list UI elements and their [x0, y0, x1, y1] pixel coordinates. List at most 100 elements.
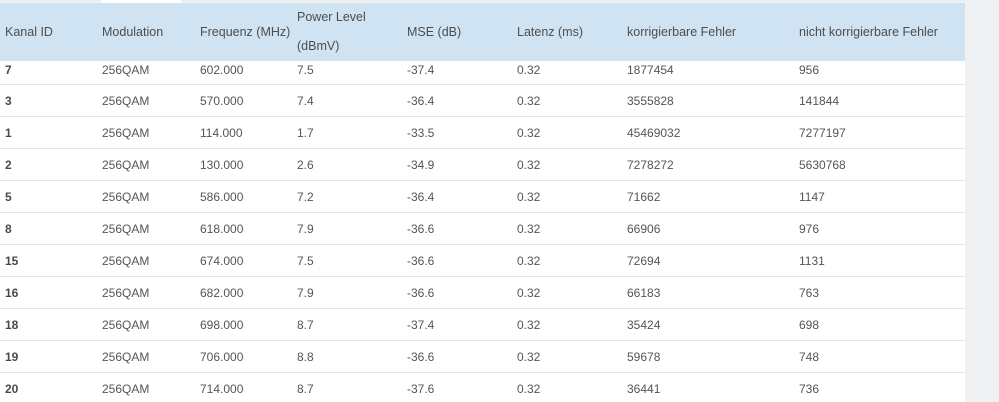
- cell-latenz: 0.32: [512, 340, 622, 373]
- cell-nicht-korrigierbare-fehler: 698: [794, 308, 965, 341]
- cell-modulation: 256QAM: [97, 148, 195, 181]
- power-level-unit: (dBmV): [297, 39, 340, 53]
- cell-power-level: 7.5: [292, 244, 402, 277]
- column-header-modulation[interactable]: Modulation: [97, 3, 195, 61]
- cell-nicht-korrigierbare-fehler: 1147: [794, 180, 965, 213]
- cell-nicht-korrigierbare-fehler: 763: [794, 276, 965, 309]
- cell-power-level: 8.7: [292, 372, 402, 402]
- cell-korrigierbare-fehler: 7278272: [622, 148, 794, 181]
- cell-latenz: 0.32: [512, 308, 622, 341]
- table-row: 5 256QAM 586.000 7.2 -36.4 0.32 71662 11…: [0, 180, 965, 213]
- cell-nicht-korrigierbare-fehler: 736: [794, 372, 965, 402]
- cell-latenz: 0.32: [512, 276, 622, 309]
- cell-nicht-korrigierbare-fehler: 1131: [794, 244, 965, 277]
- cell-power-level: 7.9: [292, 212, 402, 245]
- cell-korrigierbare-fehler: 66906: [622, 212, 794, 245]
- table-row: 3 256QAM 570.000 7.4 -36.4 0.32 3555828 …: [0, 84, 965, 117]
- cell-power-level: 1.7: [292, 116, 402, 149]
- cell-kanal-id: 8: [0, 212, 97, 245]
- cell-modulation: 256QAM: [97, 340, 195, 373]
- scrollbar-gutter[interactable]: [965, 0, 999, 402]
- cell-nicht-korrigierbare-fehler: 7277197: [794, 116, 965, 149]
- power-level-label: Power Level: [297, 10, 366, 24]
- cell-frequenz: 586.000: [195, 180, 292, 213]
- cell-kanal-id: 15: [0, 244, 97, 277]
- cell-nicht-korrigierbare-fehler: 141844: [794, 84, 965, 117]
- cell-latenz: 0.32: [512, 180, 622, 213]
- cell-power-level: 7.9: [292, 276, 402, 309]
- cell-nicht-korrigierbare-fehler: 5630768: [794, 148, 965, 181]
- table-row: 20 256QAM 714.000 8.7 -37.6 0.32 36441 7…: [0, 372, 965, 402]
- cell-mse: -36.6: [402, 244, 512, 277]
- tab-strip: [0, 0, 965, 3]
- cell-power-level: 7.5: [292, 61, 402, 85]
- cell-modulation: 256QAM: [97, 244, 195, 277]
- cell-modulation: 256QAM: [97, 276, 195, 309]
- cell-latenz: 0.32: [512, 148, 622, 181]
- table-row: 19 256QAM 706.000 8.8 -36.6 0.32 59678 7…: [0, 340, 965, 373]
- column-header-power-level[interactable]: Power Level (dBmV): [292, 3, 402, 61]
- cell-frequenz: 570.000: [195, 84, 292, 117]
- cell-frequenz: 714.000: [195, 372, 292, 402]
- cell-mse: -33.5: [402, 116, 512, 149]
- cell-korrigierbare-fehler: 66183: [622, 276, 794, 309]
- cell-kanal-id: 5: [0, 180, 97, 213]
- cell-frequenz: 130.000: [195, 148, 292, 181]
- cell-mse: -36.4: [402, 84, 512, 117]
- table-header: Kanal ID Modulation Frequenz (MHz) Power…: [0, 3, 965, 61]
- cell-modulation: 256QAM: [97, 372, 195, 402]
- column-header-frequenz[interactable]: Frequenz (MHz): [195, 3, 292, 61]
- cell-modulation: 256QAM: [97, 61, 195, 85]
- cell-korrigierbare-fehler: 36441: [622, 372, 794, 402]
- cell-mse: -34.9: [402, 148, 512, 181]
- cell-modulation: 256QAM: [97, 180, 195, 213]
- cell-modulation: 256QAM: [97, 116, 195, 149]
- cell-nicht-korrigierbare-fehler: 956: [794, 61, 965, 85]
- cell-kanal-id: 7: [0, 61, 97, 85]
- cell-modulation: 256QAM: [97, 308, 195, 341]
- cell-kanal-id: 2: [0, 148, 97, 181]
- cell-latenz: 0.32: [512, 84, 622, 117]
- cell-power-level: 7.2: [292, 180, 402, 213]
- cell-korrigierbare-fehler: 59678: [622, 340, 794, 373]
- cell-frequenz: 698.000: [195, 308, 292, 341]
- cell-power-level: 8.7: [292, 308, 402, 341]
- cell-frequenz: 682.000: [195, 276, 292, 309]
- cell-frequenz: 602.000: [195, 61, 292, 85]
- cell-mse: -36.6: [402, 212, 512, 245]
- cell-korrigierbare-fehler: 72694: [622, 244, 794, 277]
- cell-modulation: 256QAM: [97, 212, 195, 245]
- column-header-mse[interactable]: MSE (dB): [402, 3, 512, 61]
- cell-korrigierbare-fehler: 3555828: [622, 84, 794, 117]
- column-header-latenz[interactable]: Latenz (ms): [512, 3, 622, 61]
- table-row: 7 256QAM 602.000 7.5 -37.4 0.32 1877454 …: [0, 61, 965, 85]
- table-row: 15 256QAM 674.000 7.5 -36.6 0.32 72694 1…: [0, 244, 965, 277]
- cell-kanal-id: 16: [0, 276, 97, 309]
- cell-power-level: 7.4: [292, 84, 402, 117]
- downstream-channel-table-container: Kanal ID Modulation Frequenz (MHz) Power…: [0, 3, 965, 402]
- cell-korrigierbare-fehler: 45469032: [622, 116, 794, 149]
- cell-latenz: 0.32: [512, 61, 622, 85]
- cell-nicht-korrigierbare-fehler: 976: [794, 212, 965, 245]
- cell-frequenz: 674.000: [195, 244, 292, 277]
- page: Kanal ID Modulation Frequenz (MHz) Power…: [0, 0, 999, 402]
- cell-mse: -37.6: [402, 372, 512, 402]
- cell-modulation: 256QAM: [97, 84, 195, 117]
- cell-korrigierbare-fehler: 35424: [622, 308, 794, 341]
- downstream-channel-table: Kanal ID Modulation Frequenz (MHz) Power…: [0, 3, 965, 402]
- cell-mse: -37.4: [402, 61, 512, 85]
- table-row: 8 256QAM 618.000 7.9 -36.6 0.32 66906 97…: [0, 212, 965, 245]
- table-row: 1 256QAM 114.000 1.7 -33.5 0.32 45469032…: [0, 116, 965, 149]
- cell-frequenz: 706.000: [195, 340, 292, 373]
- header-row: Kanal ID Modulation Frequenz (MHz) Power…: [0, 3, 965, 61]
- cell-power-level: 8.8: [292, 340, 402, 373]
- cell-kanal-id: 3: [0, 84, 97, 117]
- table-row: 16 256QAM 682.000 7.9 -36.6 0.32 66183 7…: [0, 276, 965, 309]
- cell-latenz: 0.32: [512, 212, 622, 245]
- table-body: 7 256QAM 602.000 7.5 -37.4 0.32 1877454 …: [0, 61, 965, 402]
- column-header-kanal-id[interactable]: Kanal ID: [0, 3, 97, 61]
- cell-kanal-id: 19: [0, 340, 97, 373]
- column-header-nicht-korrigierbare-fehler[interactable]: nicht korrigierbare Fehler: [794, 3, 965, 61]
- column-header-korrigierbare-fehler[interactable]: korrigierbare Fehler: [622, 3, 794, 61]
- cell-power-level: 2.6: [292, 148, 402, 181]
